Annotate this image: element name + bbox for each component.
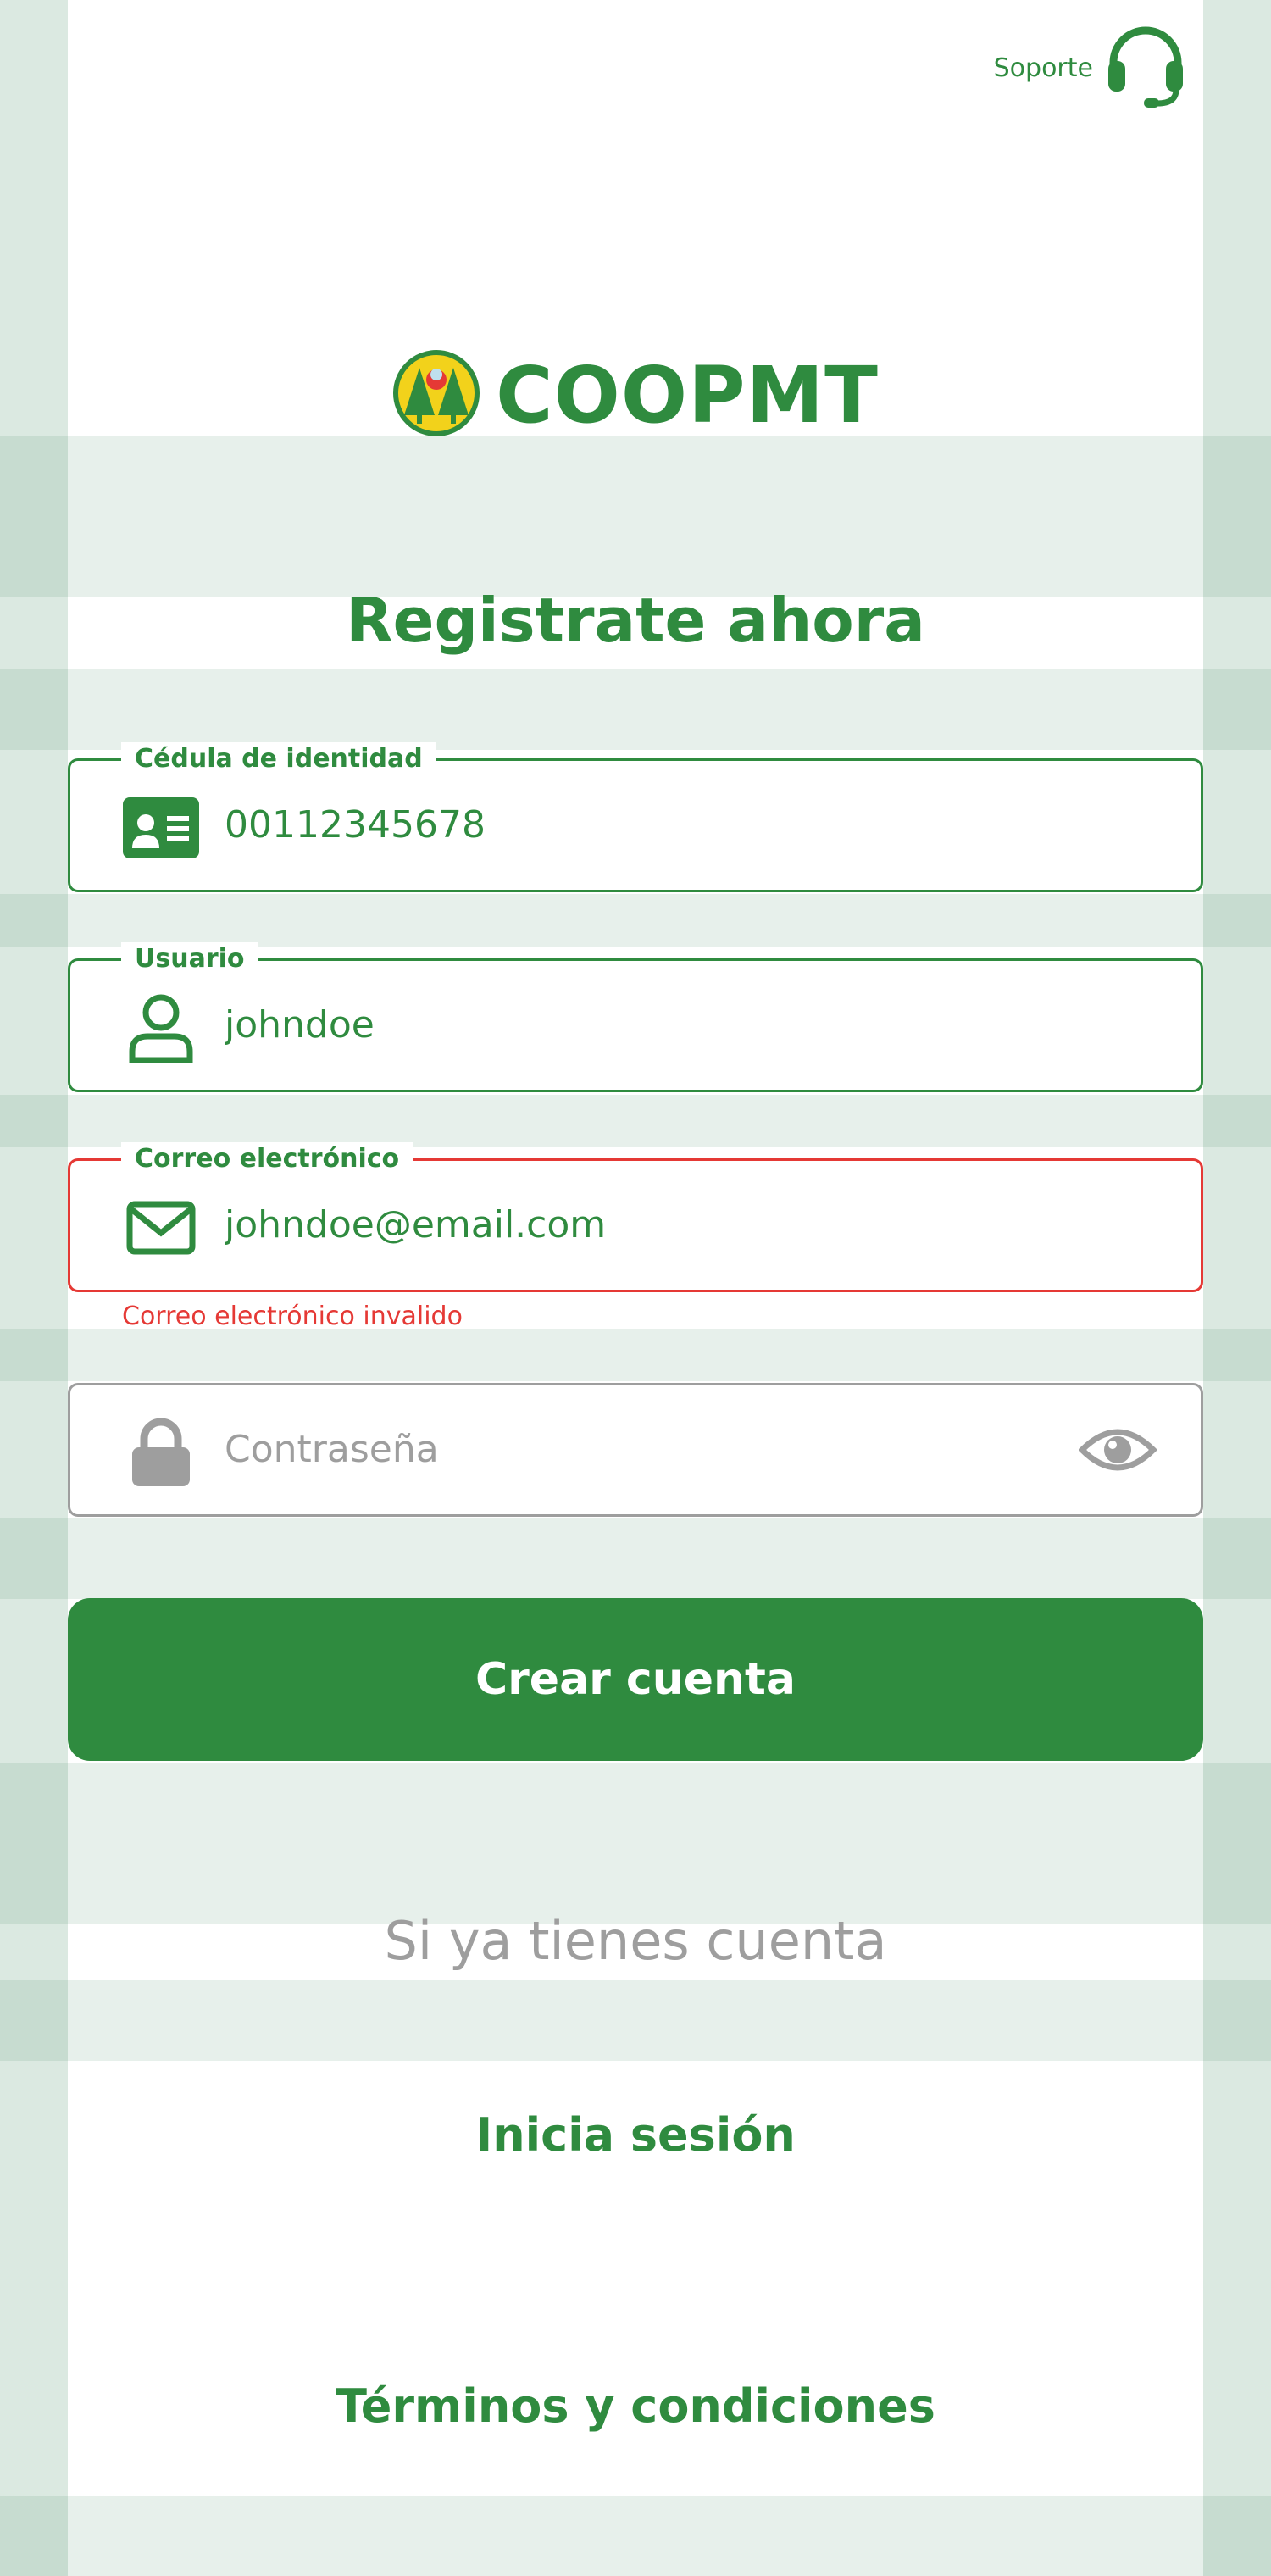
mail-icon (123, 1194, 199, 1262)
lock-icon (123, 1418, 199, 1486)
correo-input[interactable] (225, 1161, 1072, 1290)
support-button[interactable]: Soporte (994, 24, 1186, 112)
cedula-field[interactable]: Cédula de identidad (68, 742, 1203, 892)
password-input[interactable] (225, 1385, 1072, 1514)
register-page: Soporte COOPMT Registrate ahora Cédula d… (68, 0, 1203, 2576)
cedula-input[interactable] (225, 761, 1072, 890)
headset-icon (1105, 24, 1186, 112)
eye-icon[interactable] (1078, 1418, 1157, 1485)
side-column-right (1203, 0, 1271, 2576)
support-label: Soporte (993, 53, 1093, 83)
terms-link[interactable]: Términos y condiciones (68, 2379, 1203, 2433)
brand-name: COOPMT (496, 349, 879, 441)
side-column-left (0, 0, 68, 2576)
brand-logo: COOPMT (68, 349, 1203, 441)
login-link[interactable]: Inicia sesión (68, 2108, 1203, 2162)
correo-error-message: Correo electrónico invalido (122, 1302, 463, 1331)
usuario-field[interactable]: Usuario (68, 942, 1203, 1092)
have-account-text: Si ya tienes cuenta (384, 1910, 887, 1972)
coop-logo-icon (392, 349, 480, 441)
password-field[interactable] (68, 1383, 1203, 1517)
page-title: Registrate ahora (346, 585, 925, 656)
create-account-button[interactable]: Crear cuenta (68, 1598, 1203, 1761)
id-card-icon (123, 794, 199, 862)
correo-field[interactable]: Correo electrónico (68, 1142, 1203, 1292)
usuario-input[interactable] (225, 961, 1072, 1090)
user-icon (123, 994, 199, 1063)
